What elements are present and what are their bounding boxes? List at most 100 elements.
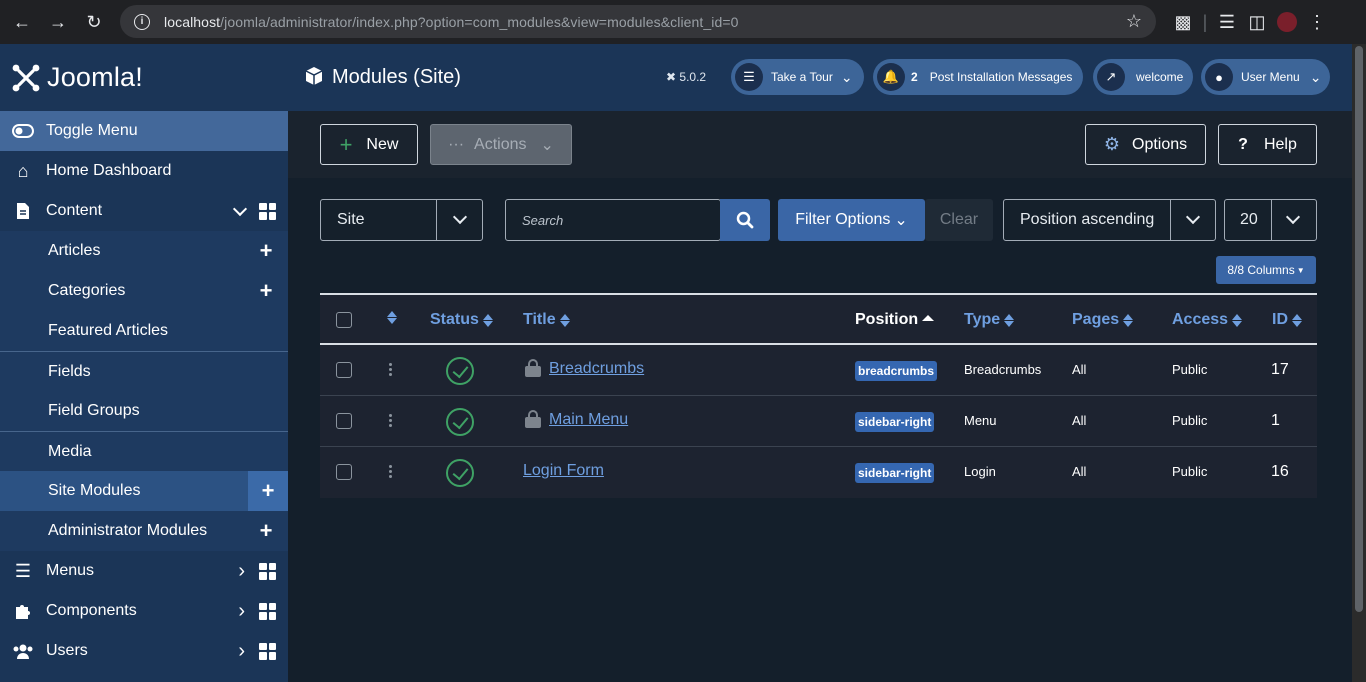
add-admin-module-icon[interactable]: + [256,520,276,542]
sort-icon [1004,313,1015,327]
search-icon [736,211,754,229]
sidebar-item-administrator-modules[interactable]: Administrator Modules + [0,511,288,551]
sidebar-item-articles[interactable]: Articles + [0,231,288,271]
sidebar-item-content[interactable]: Content [0,191,288,231]
access-sort-header[interactable]: Access [1172,311,1243,329]
take-tour-button[interactable]: ☰ Take a Tour ⌄ [731,59,864,95]
toggle-menu-button[interactable]: Toggle Menu [0,111,288,151]
module-title-link[interactable]: Login Form [523,462,604,480]
sidebar-item-label: Featured Articles [48,322,169,339]
add-category-icon[interactable]: + [256,280,276,302]
chevron-right-icon[interactable]: › [238,640,245,663]
drag-handle-icon[interactable] [389,363,393,376]
filter-options-button[interactable]: Filter Options ⌄ [778,199,925,241]
sidebar-item-users[interactable]: Users › [0,631,288,671]
title-sort-header[interactable]: Title [523,311,570,329]
columns-dropdown-button[interactable]: 8/8 Columns ▼ [1216,256,1316,284]
puzzle-icon [0,602,46,620]
module-title-link[interactable]: Main Menu [549,411,628,429]
sidebar-item-components[interactable]: Components › [0,591,288,631]
position-badge: breadcrumbs [855,361,938,381]
position-sort-header[interactable]: Position [855,311,935,329]
ordering-sort-header[interactable] [387,311,397,324]
chevron-right-icon[interactable]: › [238,600,245,623]
sidebar-item-fields[interactable]: Fields [0,351,288,391]
sidebar-item-home-dashboard[interactable]: ⌂ Home Dashboard [0,151,288,191]
clear-button[interactable]: Clear [925,199,993,241]
sidebar-item-label: Components [46,602,137,619]
id-cell: 1 [1271,412,1280,429]
chrome-menu-icon[interactable]: ⋮ [1302,4,1332,40]
home-icon: ⌂ [17,160,29,181]
options-button[interactable]: ⚙ Options [1085,124,1206,165]
welcome-site-link[interactable]: ↗ welcome [1093,59,1193,95]
dashboard-grid-icon[interactable] [259,602,276,620]
extensions-icon[interactable]: ▩ [1168,4,1198,40]
sidebar-item-field-groups[interactable]: Field Groups [0,391,288,431]
profile-avatar[interactable] [1272,4,1302,40]
dashboard-grid-icon[interactable] [259,562,276,580]
sidebar-item-featured-articles[interactable]: Featured Articles [0,311,288,351]
notification-count: 2 [911,70,918,84]
sidebar-item-label: Media [48,442,92,460]
page-scrollbar[interactable] [1352,44,1366,682]
address-bar[interactable]: i localhost/joomla/administrator/index.p… [120,5,1156,38]
toggle-icon [0,124,46,138]
user-menu-button[interactable]: ● User Menu ⌄ [1201,59,1330,95]
pages-sort-header[interactable]: Pages [1072,311,1134,329]
published-check-icon[interactable] [446,408,474,436]
table-row: Main Menu sidebar-right Menu All Public … [320,396,1317,447]
type-cell: Breadcrumbs [964,362,1042,377]
sidebar-item-label: Administrator Modules [48,522,208,539]
sidebar: Joomla! Toggle Menu ⌂ Home Dashboard Con… [0,44,288,682]
status-sort-header[interactable]: Status [430,311,493,329]
ordering-select[interactable]: Position ascending [1003,199,1216,241]
new-button[interactable]: + New [320,124,418,165]
question-icon: ? [1238,135,1248,153]
side-panel-icon[interactable]: ◫ [1242,4,1272,40]
dashboard-grid-icon[interactable] [259,642,276,660]
lock-icon[interactable] [525,410,541,428]
row-checkbox[interactable] [336,413,352,429]
site-info-icon[interactable]: i [134,13,150,30]
drag-handle-icon[interactable] [389,414,393,427]
search-input[interactable]: Search [505,199,721,241]
actions-dropdown[interactable]: ··· Actions ⌄ [430,124,572,165]
type-cell: Menu [964,413,997,428]
list-limit-select[interactable]: 20 [1224,199,1317,241]
id-sort-header[interactable]: ID [1272,311,1302,329]
joomla-logo[interactable]: Joomla! [0,44,288,111]
published-check-icon[interactable] [446,459,474,487]
file-icon [0,202,46,220]
bookmark-star-icon[interactable]: ☆ [1126,11,1142,32]
access-cell: Public [1172,464,1208,479]
add-article-icon[interactable]: + [256,240,276,262]
chevron-down-icon[interactable] [232,201,248,217]
published-check-icon[interactable] [446,357,474,385]
sidebar-item-menus[interactable]: ☰ Menus › [0,551,288,591]
add-site-module-icon[interactable]: + [248,471,288,511]
type-sort-header[interactable]: Type [964,311,1015,329]
back-icon[interactable]: ← [4,4,40,40]
row-checkbox[interactable] [336,362,352,378]
sidebar-item-site-modules[interactable]: Site Modules + [0,471,288,511]
select-all-checkbox[interactable] [336,312,352,328]
media-queue-icon[interactable]: ☰ [1212,4,1242,40]
module-title-link[interactable]: Breadcrumbs [549,360,644,378]
chevron-right-icon[interactable]: › [238,560,245,583]
search-button[interactable] [720,199,770,241]
sidebar-item-categories[interactable]: Categories + [0,271,288,311]
drag-handle-icon[interactable] [389,465,393,478]
dashboard-grid-icon[interactable] [259,202,276,220]
sidebar-item-label: Field Groups [48,402,140,419]
users-icon [0,643,46,659]
client-select[interactable]: Site [320,199,483,241]
forward-icon[interactable]: → [40,4,76,40]
lock-icon[interactable] [525,359,541,377]
row-checkbox[interactable] [336,464,352,480]
id-cell: 17 [1271,361,1289,378]
sidebar-item-media[interactable]: Media [0,431,288,471]
post-installation-messages-button[interactable]: 🔔 2 Post Installation Messages [873,59,1083,95]
help-button[interactable]: ? Help [1218,124,1317,165]
reload-icon[interactable]: ↻ [76,4,112,40]
